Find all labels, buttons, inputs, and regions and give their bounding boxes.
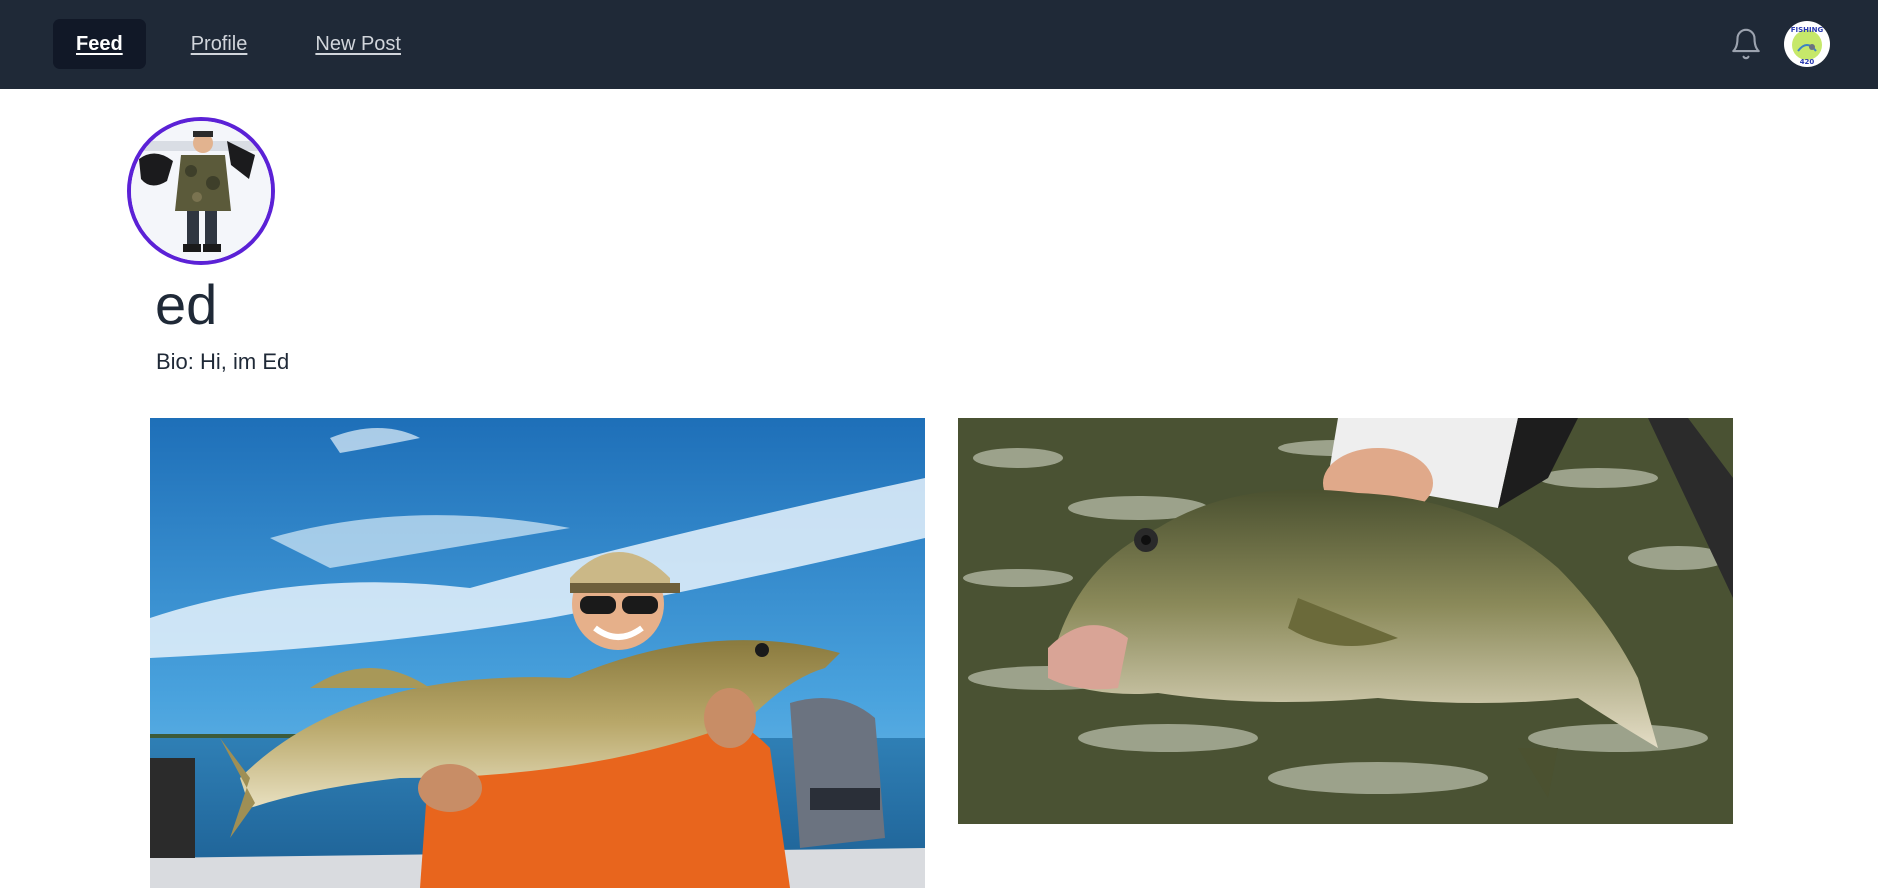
nav-links: Feed Profile New Post bbox=[53, 19, 446, 69]
bell-icon[interactable] bbox=[1729, 27, 1763, 61]
top-navbar: Feed Profile New Post FISHING 420 bbox=[0, 0, 1878, 89]
post-image-walleye[interactable] bbox=[150, 418, 925, 888]
nav-link-new-post[interactable]: New Post bbox=[292, 19, 424, 69]
avatar-logo-top: FISHING bbox=[1791, 26, 1824, 34]
nav-link-profile[interactable]: Profile bbox=[168, 19, 271, 69]
profile-bio: Bio: Hi, im Ed bbox=[156, 349, 290, 374]
post-image-bass[interactable] bbox=[958, 418, 1733, 824]
avatar-logo-bottom: 420 bbox=[1800, 58, 1815, 66]
user-avatar[interactable]: FISHING 420 bbox=[1784, 21, 1830, 67]
profile-avatar bbox=[127, 117, 275, 265]
nav-link-feed[interactable]: Feed bbox=[53, 19, 146, 69]
profile-username: ed bbox=[155, 273, 218, 336]
